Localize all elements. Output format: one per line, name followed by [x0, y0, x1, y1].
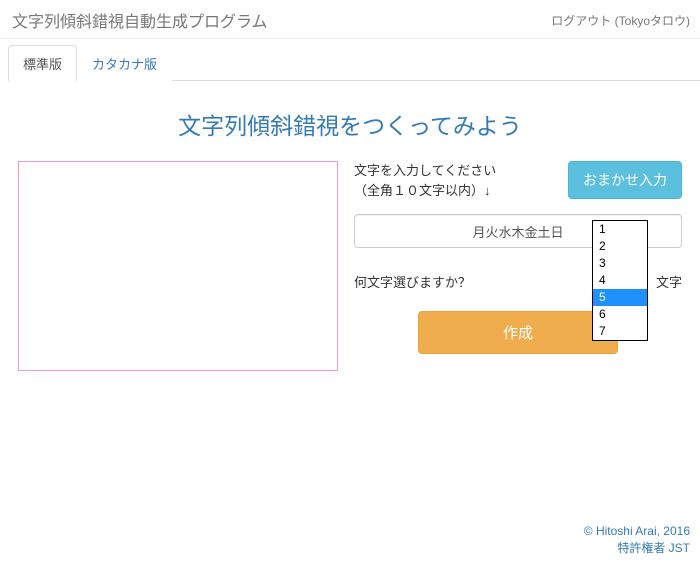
tab-katakana[interactable]: カタカナ版: [77, 45, 172, 81]
count-option[interactable]: 6: [593, 306, 647, 323]
copyright: © Hitoshi Arai, 2016: [584, 523, 690, 540]
input-instruction: 文字を入力してください （全角１０文字以内）↓: [354, 161, 558, 200]
count-option[interactable]: 7: [593, 323, 647, 340]
app-header: 文字列傾斜錯視自動生成プログラム ログアウト (Tokyoタロウ): [0, 0, 700, 39]
main-content: 文字を入力してください （全角１０文字以内）↓ おまかせ入力 何文字選びますか？…: [0, 161, 700, 371]
patent-holder: 特許権者 JST: [584, 540, 690, 557]
footer: © Hitoshi Arai, 2016 特許権者 JST: [584, 523, 690, 557]
create-button[interactable]: 作成: [418, 311, 618, 354]
app-title: 文字列傾斜錯視自動生成プログラム: [12, 8, 268, 32]
logout-link[interactable]: ログアウト (Tokyoタロウ): [551, 12, 690, 29]
tab-bar: 標準版 カタカナ版: [8, 45, 700, 81]
random-input-button[interactable]: おまかせ入力: [568, 161, 682, 199]
count-option[interactable]: 5: [593, 289, 647, 306]
count-dropdown[interactable]: 1234567: [592, 220, 648, 341]
tab-standard[interactable]: 標準版: [8, 45, 77, 81]
count-option[interactable]: 1: [593, 221, 647, 238]
select-question: 何文字選びますか？: [354, 272, 592, 291]
controls-panel: 文字を入力してください （全角１０文字以内）↓ おまかせ入力 何文字選びますか？…: [354, 161, 682, 371]
count-option[interactable]: 2: [593, 238, 647, 255]
select-suffix: 文字: [656, 272, 682, 291]
count-option[interactable]: 3: [593, 255, 647, 272]
count-option[interactable]: 4: [593, 272, 647, 289]
preview-box: [18, 161, 338, 371]
page-title: 文字列傾斜錯視をつくってみよう: [0, 107, 700, 141]
